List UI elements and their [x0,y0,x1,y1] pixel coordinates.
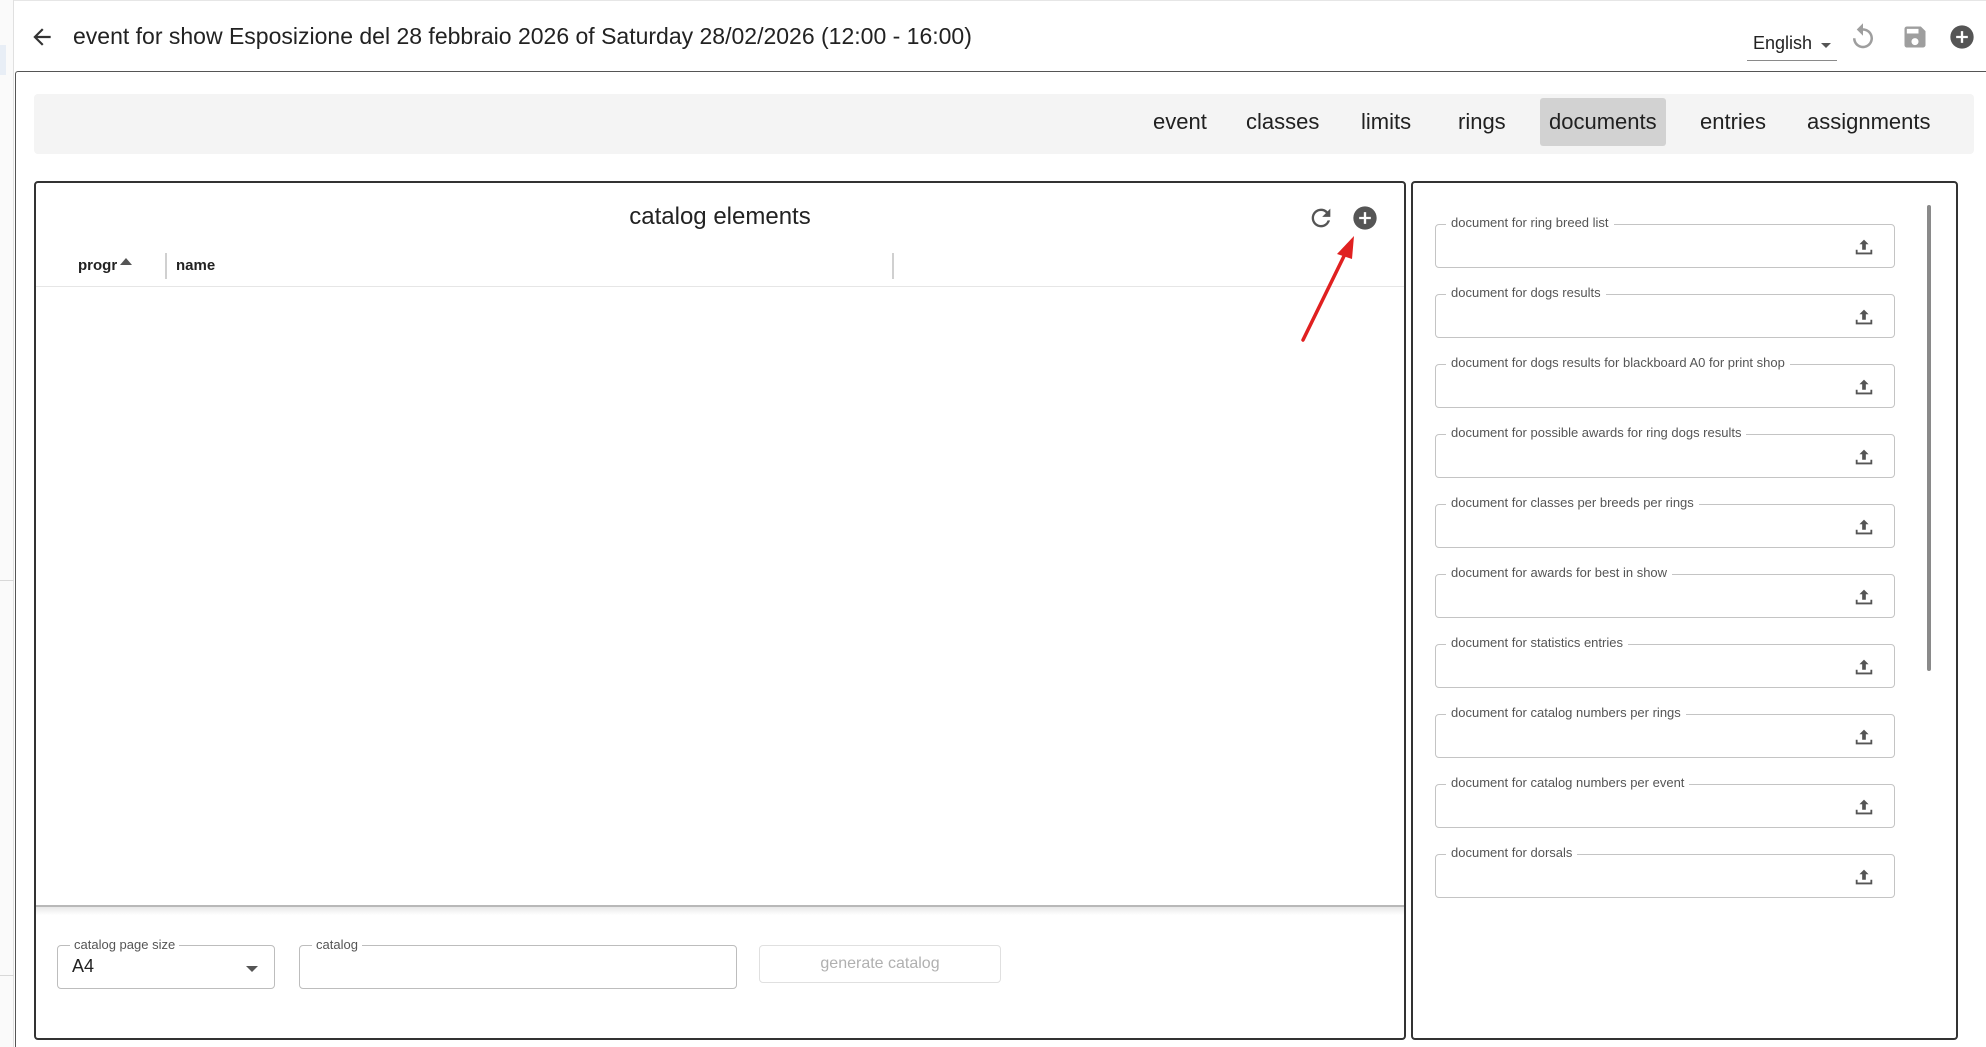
upload-button[interactable] [1852,795,1876,819]
document-label: document for possible awards for ring do… [1446,425,1747,440]
upload-icon [1855,799,1873,815]
upload-icon [1855,309,1873,325]
upload-icon [1855,729,1873,745]
document-upload-field[interactable]: document for catalog numbers per event [1435,775,1895,828]
panel-title: catalog elements [629,203,811,230]
upload-icon [1855,519,1873,535]
upload-icon [1855,659,1873,675]
catalog-field[interactable]: catalog [299,937,737,989]
document-label: document for dogs results for blackboard… [1446,355,1790,370]
upload-button[interactable] [1852,305,1876,329]
vertical-scrollbar[interactable] [1927,205,1931,671]
refresh-icon [1311,208,1331,228]
upload-button[interactable] [1852,235,1876,259]
document-upload-field[interactable]: document for dorsals [1435,845,1895,898]
catalog-label: catalog [312,937,362,952]
upload-icon [1855,239,1873,255]
language-value: English [1753,33,1813,53]
upload-icon [1855,589,1873,605]
back-arrow-icon [33,28,51,46]
tab-assignments[interactable]: assignments [1798,98,1940,146]
undo-icon [1853,23,1873,49]
add-circle-icon [1353,206,1377,230]
document-label: document for awards for best in show [1446,565,1673,580]
document-label: document for dorsals [1446,845,1578,860]
add-button[interactable] [1944,19,1980,55]
document-upload-field[interactable]: document for dogs results for blackboard… [1435,355,1895,408]
catalog-page-size-value: A4 [72,956,95,976]
add-catalog-element-button[interactable] [1349,202,1381,234]
catalog-page-size-select[interactable]: catalog page size A4 [57,937,275,989]
document-upload-field[interactable]: document for statistics entries [1435,635,1895,688]
tab-classes[interactable]: classes [1237,98,1328,146]
grid-header: progr name [36,245,1404,287]
tab-event[interactable]: event [1144,98,1216,146]
page-title: event for show Esposizione del 28 febbra… [73,23,972,49]
column-resize-handle[interactable] [892,253,894,279]
document-upload-field[interactable]: document for catalog numbers per rings [1435,705,1895,758]
upload-button[interactable] [1852,725,1876,749]
document-label: document for catalog numbers per rings [1446,705,1686,720]
document-label: document for ring breed list [1446,215,1614,230]
upload-icon [1855,449,1873,465]
add-circle-icon [1950,25,1974,49]
generate-catalog-button[interactable]: generate catalog [759,945,1001,983]
grid-body [36,288,1404,900]
column-header-name[interactable]: name [176,257,215,274]
upload-button[interactable] [1852,445,1876,469]
save-button[interactable] [1897,19,1933,55]
document-upload-field[interactable]: document for ring breed list [1435,215,1895,268]
catalog-page-size-label: catalog page size [70,937,180,952]
background-app-divider [0,975,14,976]
background-app-highlight [0,45,6,75]
upload-button[interactable] [1852,585,1876,609]
upload-button[interactable] [1852,515,1876,539]
document-upload-field[interactable]: document for classes per breeds per ring… [1435,495,1895,548]
document-upload-field[interactable]: document for possible awards for ring do… [1435,425,1895,478]
background-app-edge [0,0,14,1047]
column-header-progr[interactable]: progr [78,257,117,274]
document-label: document for statistics entries [1446,635,1628,650]
column-resize-handle[interactable] [165,253,167,279]
refresh-button[interactable] [1305,202,1337,234]
background-app-divider [0,580,14,581]
upload-button[interactable] [1852,375,1876,399]
document-upload-field[interactable]: document for awards for best in show [1435,565,1895,618]
top-toolbar: event for show Esposizione del 28 febbra… [14,0,1986,72]
chevron-down-icon [246,966,258,972]
catalog-elements-panel: catalog elements progr name catalog page… [34,181,1406,1040]
chevron-down-icon [1821,43,1831,48]
document-label: document for dogs results [1446,285,1606,300]
grid-shadow [36,907,1404,915]
language-select[interactable]: English [1747,29,1837,61]
documents-panel: document for ring breed list document fo… [1411,181,1958,1040]
upload-button[interactable] [1852,655,1876,679]
tab-bar: event classes limits rings documents ent… [34,94,1974,154]
tab-rings[interactable]: rings [1449,98,1515,146]
upload-icon [1855,379,1873,395]
back-button[interactable] [22,17,62,57]
document-label: document for catalog numbers per event [1446,775,1690,790]
document-label: document for classes per breeds per ring… [1446,495,1699,510]
tab-entries[interactable]: entries [1691,98,1775,146]
tab-documents[interactable]: documents [1540,98,1666,146]
save-icon [1904,26,1926,48]
undo-button[interactable] [1845,19,1881,55]
document-upload-field[interactable]: document for dogs results [1435,285,1895,338]
upload-button[interactable] [1852,865,1876,889]
tab-limits[interactable]: limits [1352,98,1420,146]
sort-ascending-icon [120,258,132,265]
upload-icon [1855,869,1873,885]
